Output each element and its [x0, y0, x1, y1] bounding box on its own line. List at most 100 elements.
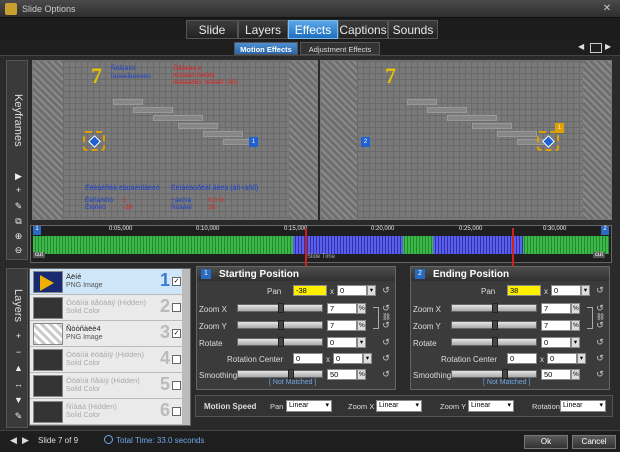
layer-row[interactable]: Ööäìíà ñåàìÿ (Hidden) Solid Color 5 [30, 373, 182, 399]
link-icon[interactable]: ⛓ [382, 313, 391, 321]
tab-layers[interactable]: Layers [238, 20, 288, 39]
speed-zoomx-select[interactable]: Linear [376, 400, 422, 412]
timeline-start-marker[interactable]: 1 [33, 226, 41, 235]
preview-start[interactable]: 7 Ñöåìàíöì Ïàòëèåíéèòëü Ôåèëàà è ìéäìáäí… [32, 60, 318, 220]
pan-y-input[interactable]: 0 [551, 285, 581, 296]
zoom-out-icon[interactable]: ⊖ [12, 245, 25, 256]
subtab-motion-effects[interactable]: Motion Effects [234, 42, 298, 55]
smooth-slider[interactable] [451, 369, 537, 379]
close-icon[interactable]: ✕ [600, 2, 614, 15]
timeline-end-marker[interactable]: 2 [601, 226, 609, 235]
layer-visible-checkbox[interactable]: ✓ [172, 329, 181, 338]
layer-row[interactable]: Äëíé PNG Image 1 ✓ [30, 269, 182, 295]
slider-handle[interactable] [492, 320, 498, 330]
unit-dropdown[interactable]: ▾ [581, 285, 590, 296]
copy-keyframe-icon[interactable]: ⧉ [12, 216, 25, 227]
not-matched-link[interactable]: [ Not Matched ] [269, 379, 316, 386]
rotate-input[interactable]: 0 [541, 337, 571, 348]
rotate-slider[interactable] [237, 337, 323, 347]
unit-dropdown[interactable]: ▾ [363, 353, 372, 364]
reset-icon[interactable]: ↺ [381, 320, 391, 330]
smooth-input[interactable]: 50 [327, 369, 357, 380]
reset-icon[interactable]: ↺ [595, 320, 605, 330]
add-layer-icon[interactable]: + [12, 331, 25, 342]
reset-icon[interactable]: ↺ [381, 285, 391, 295]
play-icon[interactable]: ▶ [12, 171, 25, 182]
copy-icon[interactable] [590, 43, 602, 53]
zoomx-input[interactable]: 7 [327, 303, 357, 314]
speed-pan-select[interactable]: Linear [286, 400, 332, 412]
reset-icon[interactable]: ↺ [595, 337, 605, 347]
move-horizontal-icon[interactable]: ↔ [12, 379, 25, 390]
speed-zoomy-select[interactable]: Linear [468, 400, 514, 412]
unit-dropdown[interactable]: ▾ [577, 353, 586, 364]
rotation-center-x-input[interactable]: 0 [507, 353, 537, 364]
reset-icon[interactable]: ↺ [595, 369, 605, 379]
rotation-center-y-input[interactable]: 0 [547, 353, 577, 364]
zoomx-slider[interactable] [451, 303, 537, 313]
pan-x-input[interactable]: -38 [293, 285, 327, 296]
reset-icon[interactable]: ↺ [381, 337, 391, 347]
link-icon[interactable]: ⛓ [596, 313, 605, 321]
unit-dropdown[interactable]: ▾ [367, 285, 376, 296]
zoomy-input[interactable]: 7 [541, 320, 571, 331]
layer-row[interactable]: Ñòòñàëè4 PNG Image 3 ✓ [30, 321, 182, 347]
focus-frame-end[interactable] [537, 131, 559, 151]
not-matched-link[interactable]: [ Not Matched ] [483, 379, 530, 386]
layer-row[interactable]: Ööäìíà äåöàäÿ (Hidden) Solid Color 2 [30, 295, 182, 321]
reset-icon[interactable]: ↺ [595, 353, 605, 363]
focus-frame-start[interactable] [83, 131, 105, 151]
tab-effects[interactable]: Effects [288, 20, 338, 39]
slider-handle[interactable] [502, 369, 508, 379]
rotate-slider[interactable] [451, 337, 537, 347]
layer-edit-icon[interactable]: ✎ [12, 411, 25, 422]
speed-rotation-select[interactable]: Linear [560, 400, 606, 412]
cancel-button[interactable]: Cancel [572, 435, 616, 449]
ok-button[interactable]: Ok [524, 435, 568, 449]
layer-row[interactable]: Ñîàäà (Hidden) Solid Color 6 [30, 399, 182, 425]
timeline[interactable]: 1 0:05,000 0:10,000 0:15,000 0:20,000 0:… [30, 225, 612, 263]
prev-slide-icon[interactable]: ◀ [10, 435, 17, 446]
zoomy-slider[interactable] [451, 320, 537, 330]
move-down-icon[interactable]: ▼ [12, 395, 25, 406]
rotation-center-x-input[interactable]: 0 [293, 353, 323, 364]
move-up-icon[interactable]: ▲ [12, 363, 25, 374]
reset-icon[interactable]: ↺ [595, 303, 605, 313]
subtab-adjustment-effects[interactable]: Adjustment Effects [300, 42, 380, 55]
slider-handle[interactable] [288, 369, 294, 379]
slider-handle[interactable] [492, 303, 498, 313]
layer-list-scrollbar[interactable] [182, 269, 190, 425]
smooth-input[interactable]: 50 [541, 369, 571, 380]
layer-visible-checkbox[interactable] [172, 303, 181, 312]
rotation-center-y-input[interactable]: 0 [333, 353, 363, 364]
keyframe-marker[interactable]: 2 [361, 137, 370, 147]
add-keyframe-icon[interactable]: + [12, 185, 25, 196]
smooth-slider[interactable] [237, 369, 323, 379]
layer-visible-checkbox[interactable]: ✓ [172, 277, 181, 286]
zoomy-input[interactable]: 7 [327, 320, 357, 331]
pan-x-input[interactable]: 38 [507, 285, 541, 296]
keyframe-marker[interactable]: 1 [249, 137, 258, 147]
rotate-input[interactable]: 0 [327, 337, 357, 348]
slider-handle[interactable] [492, 337, 498, 347]
reset-icon[interactable]: ↺ [381, 303, 391, 313]
pan-y-input[interactable]: 0 [337, 285, 367, 296]
layer-visible-checkbox[interactable] [172, 355, 181, 364]
zoomx-input[interactable]: 7 [541, 303, 571, 314]
reset-icon[interactable]: ↺ [381, 369, 391, 379]
layer-visible-checkbox[interactable] [172, 381, 181, 390]
layer-row[interactable]: Ööäìíà ëöäàìÿ (Hidden) Solid Color 4 [30, 347, 182, 373]
slider-handle[interactable] [278, 320, 284, 330]
reset-icon[interactable]: ↺ [381, 353, 391, 363]
zoomy-slider[interactable] [237, 320, 323, 330]
slider-handle[interactable] [278, 303, 284, 313]
edit-keyframe-icon[interactable]: ✎ [12, 201, 25, 212]
next-arrow-icon[interactable]: ▶ [605, 42, 615, 53]
unit-dropdown[interactable]: ▾ [357, 337, 366, 348]
tab-captions[interactable]: Captions [338, 20, 388, 39]
tab-sounds[interactable]: Sounds [388, 20, 438, 39]
layer-list[interactable]: Äëíé PNG Image 1 ✓ Ööäìíà äåöàäÿ (Hidden… [29, 268, 191, 426]
preview-end[interactable]: 7 2 1 [320, 60, 612, 220]
zoom-in-icon[interactable]: ⊕ [12, 231, 25, 242]
tab-slide[interactable]: Slide [186, 20, 238, 39]
